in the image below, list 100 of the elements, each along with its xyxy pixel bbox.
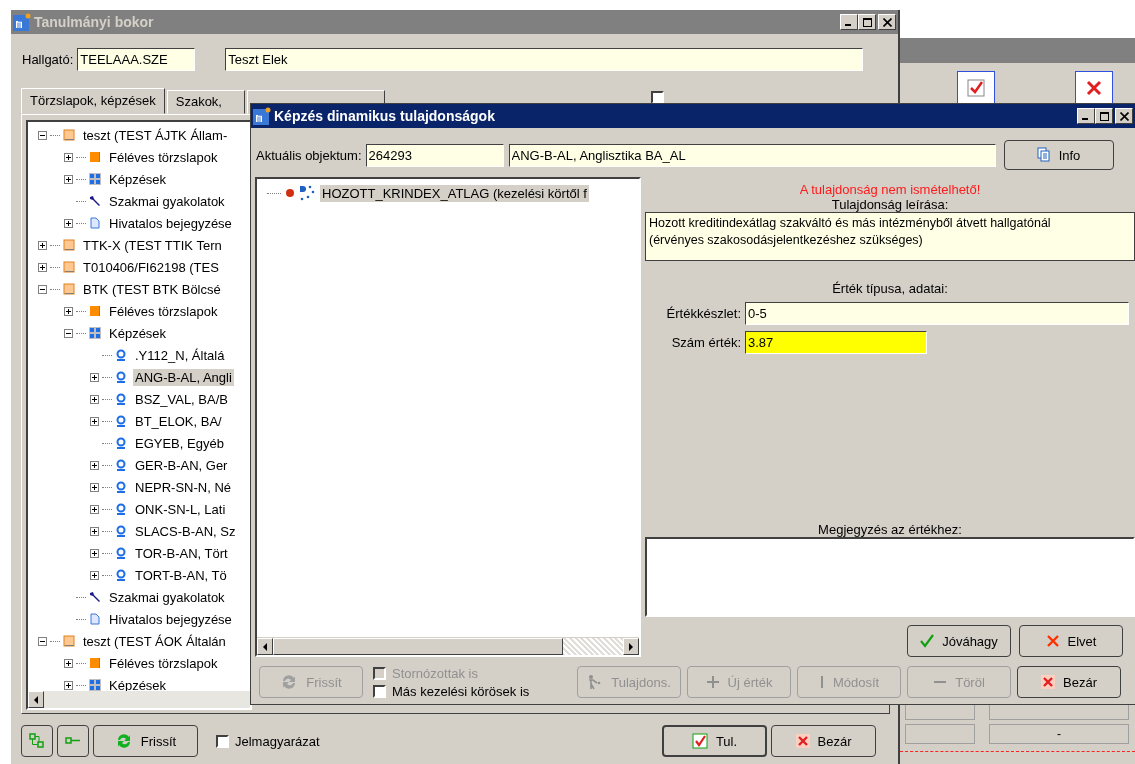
checkbox[interactable] — [373, 684, 386, 698]
refresh-button[interactable]: Frissít — [93, 725, 198, 757]
tree-item[interactable]: Hivatalos bejegyzése — [107, 610, 234, 628]
confirm-toolbar-button[interactable] — [957, 71, 995, 105]
tree-item[interactable]: Hivatalos bejegyzése — [107, 214, 234, 232]
student-name-field[interactable]: Teszt Elek — [225, 47, 864, 71]
collapse-toggle[interactable] — [38, 130, 47, 140]
close-button[interactable] — [1115, 108, 1133, 124]
square-icon — [89, 657, 101, 669]
collapse-toggle[interactable] — [38, 636, 47, 646]
expand-toggle[interactable] — [90, 526, 99, 536]
number-value-label: Szám érték: — [670, 335, 741, 350]
reject-button[interactable]: Elvet — [1019, 625, 1123, 657]
expand-toggle[interactable] — [90, 548, 99, 558]
dot-icon — [286, 189, 294, 197]
documents-icon — [1036, 147, 1051, 163]
tree-item[interactable]: Szakmai gyakolatok — [107, 192, 227, 210]
folder-square-icon — [63, 239, 75, 251]
expand-toggle[interactable] — [90, 394, 99, 404]
student-code-field[interactable]: TEELAAA.SZE — [77, 47, 196, 71]
number-value-field[interactable]: 3.87 — [745, 331, 927, 354]
tree-item[interactable]: BT_ELOK, BA/ — [133, 412, 224, 430]
close-button[interactable]: Bezár — [771, 725, 876, 757]
expand-toggle[interactable] — [64, 218, 73, 228]
tab[interactable]: Törzslapok, képzések — [21, 88, 165, 114]
tree-item[interactable]: TORT-B-AN, Tö — [133, 566, 229, 584]
pin-icon — [115, 481, 127, 493]
tree-item[interactable]: ANG-B-AL, Angli — [133, 368, 234, 386]
table-cell: - — [989, 724, 1129, 744]
tree-item[interactable]: SLACS-B-AN, Sz — [133, 522, 238, 540]
expand-toggle[interactable] — [90, 570, 99, 580]
tree-item[interactable]: Képzések — [107, 324, 169, 342]
tree-item[interactable]: BTK (TEST BTK Bölcsé — [81, 280, 223, 298]
app-icon — [253, 107, 271, 125]
expand-all-button[interactable] — [21, 725, 53, 757]
tree-item[interactable]: teszt (TEST ÁOK Általán — [81, 632, 228, 650]
checkbox[interactable] — [216, 734, 229, 748]
expand-toggle[interactable] — [90, 460, 99, 470]
tab[interactable]: Szakok, — [166, 90, 245, 114]
tree-item[interactable]: Szakmai gyakolatok — [107, 588, 227, 606]
square-icon — [89, 151, 101, 163]
pin-icon — [115, 547, 127, 559]
tree-item[interactable]: TTK-X (TEST TTIK Tern — [81, 236, 224, 254]
pin-icon — [115, 371, 127, 383]
expand-toggle[interactable] — [64, 306, 73, 316]
approve-button[interactable]: Jóváhagy — [907, 625, 1011, 657]
tree-item[interactable]: GER-B-AN, Ger — [133, 456, 230, 474]
tree-icon — [29, 733, 45, 749]
tree-item[interactable]: teszt (TEST ÁJTK Állam- — [81, 126, 230, 144]
tree-item[interactable]: T010406/FI62198 (TES — [81, 258, 221, 276]
object-id-field[interactable]: 264293 — [365, 143, 504, 167]
checkbox-label: Jelmagyarázat — [235, 733, 320, 749]
app-icon — [13, 13, 31, 31]
cancel-toolbar-button[interactable] — [1075, 71, 1113, 105]
ok-button[interactable]: Tul. — [662, 725, 767, 757]
expand-toggle[interactable] — [90, 372, 99, 382]
expand-toggle[interactable] — [90, 416, 99, 426]
expand-toggle[interactable] — [64, 680, 73, 690]
scrollbar-thumb[interactable] — [273, 638, 563, 655]
pin-icon — [115, 415, 127, 427]
tree-item[interactable]: Képzések — [107, 170, 169, 188]
object-name-field[interactable]: ANG-B-AL, Anglisztika BA_AL — [508, 143, 996, 167]
tree-item[interactable]: .Y112_N, Általá — [133, 346, 227, 364]
window-title: Tanulmányi bokor — [34, 14, 154, 30]
object-label: Aktuális objektum: — [256, 147, 362, 163]
horizontal-scrollbar[interactable] — [28, 691, 250, 708]
tree-item[interactable]: Féléves törzslapok — [107, 148, 220, 166]
tree-item[interactable]: EGYEB, Egyéb — [133, 434, 226, 452]
tree-item[interactable]: Féléves törzslapok — [107, 654, 220, 672]
expand-toggle[interactable] — [38, 240, 47, 250]
folder-square-icon — [63, 283, 75, 295]
tree-item[interactable]: BSZ_VAL, BA/B — [133, 390, 230, 408]
grid-icon — [89, 173, 101, 185]
grid-icon — [89, 327, 101, 339]
note-field[interactable] — [645, 537, 1135, 617]
expand-toggle[interactable] — [64, 174, 73, 184]
collapse-all-button[interactable] — [57, 725, 89, 757]
value-set-field[interactable]: 0-5 — [745, 302, 1129, 325]
expand-toggle[interactable] — [64, 152, 73, 162]
info-button[interactable]: Info — [1003, 140, 1114, 170]
tree-item[interactable]: Féléves törzslapok — [107, 302, 220, 320]
folder-square-icon — [63, 129, 75, 141]
warning-text: A tulajdonság nem ismételhető! — [798, 182, 982, 197]
expand-toggle[interactable] — [38, 262, 47, 272]
close-button[interactable]: Bezár — [1017, 666, 1121, 698]
collapse-toggle[interactable] — [38, 284, 47, 294]
minimize-button[interactable] — [1077, 108, 1095, 124]
expand-toggle[interactable] — [90, 504, 99, 514]
maximize-icon — [1099, 111, 1109, 121]
expand-toggle[interactable] — [90, 482, 99, 492]
tree-item[interactable]: HOZOTT_KRINDEX_ATLAG (kezelési körtől f — [320, 184, 589, 202]
tree-item[interactable]: NEPR-SN-N, Né — [133, 478, 234, 496]
maximize-button[interactable] — [1095, 108, 1113, 124]
tree-item[interactable]: ONK-SN-L, Lati — [133, 500, 228, 518]
collapse-toggle[interactable] — [64, 328, 73, 338]
pin-icon — [115, 503, 127, 515]
tree-item[interactable]: TOR-B-AN, Tört — [133, 544, 230, 562]
expand-toggle[interactable] — [64, 658, 73, 668]
close-icon — [795, 734, 810, 748]
horizontal-scrollbar[interactable] — [257, 637, 639, 655]
